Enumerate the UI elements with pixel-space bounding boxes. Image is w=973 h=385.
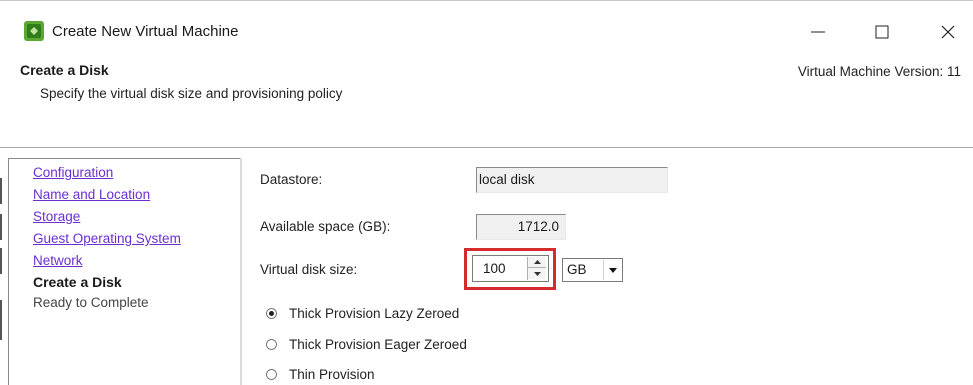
- window-title: Create New Virtual Machine: [52, 23, 239, 40]
- disk-size-stepper[interactable]: 100: [472, 255, 549, 282]
- thin-provision-radio-row[interactable]: Thin Provision: [266, 367, 375, 382]
- disk-unit-dropdown[interactable]: GB: [562, 258, 623, 282]
- vm-version-label: Virtual Machine Version: 11: [797, 64, 961, 79]
- decrement-button[interactable]: [528, 268, 546, 279]
- minimize-button[interactable]: [795, 15, 841, 49]
- thick-eager-label[interactable]: Thick Provision Eager Zeroed: [289, 337, 467, 352]
- increment-button[interactable]: [528, 257, 546, 268]
- thin-provision-radio[interactable]: [266, 369, 277, 380]
- nav-name-location-link[interactable]: Name and Location: [33, 187, 150, 203]
- vsphere-app-icon: [24, 21, 44, 41]
- triangle-up-icon: [533, 260, 541, 264]
- left-edge-mark: [0, 300, 2, 340]
- page-subtitle: Specify the virtual disk size and provis…: [40, 86, 343, 101]
- thick-eager-radio[interactable]: [266, 339, 277, 350]
- available-space-field: 1712.0: [476, 214, 566, 240]
- disk-size-label: Virtual disk size:: [260, 262, 358, 277]
- chevron-down-icon: [608, 267, 617, 273]
- nav-edge: [240, 158, 242, 385]
- thick-eager-radio-row[interactable]: Thick Provision Eager Zeroed: [266, 337, 467, 352]
- thin-provision-label[interactable]: Thin Provision: [289, 367, 375, 382]
- left-edge-mark: [0, 214, 2, 240]
- header-divider-highlight: [0, 148, 973, 149]
- left-edge-mark: [0, 178, 2, 204]
- dropdown-arrow[interactable]: [603, 260, 621, 280]
- thick-lazy-radio[interactable]: [266, 308, 277, 319]
- nav-ready-to-complete: Ready to Complete: [33, 295, 149, 310]
- nav-create-disk-current: Create a Disk: [33, 274, 122, 290]
- stepper-buttons: [527, 257, 546, 280]
- nav-storage-link[interactable]: Storage: [33, 209, 80, 225]
- disk-size-value[interactable]: 100: [483, 261, 506, 276]
- page-title: Create a Disk: [20, 62, 109, 78]
- title-bar: Create New Virtual Machine: [0, 0, 973, 52]
- disk-unit-value: GB: [567, 262, 587, 277]
- nav-network-link[interactable]: Network: [33, 253, 83, 269]
- maximize-icon: [875, 25, 889, 39]
- minimize-icon: [811, 31, 825, 33]
- close-button[interactable]: [925, 15, 971, 49]
- thick-lazy-radio-row[interactable]: Thick Provision Lazy Zeroed: [266, 306, 459, 321]
- available-space-label: Available space (GB):: [260, 219, 391, 234]
- nav-configuration-link[interactable]: Configuration: [33, 165, 113, 181]
- datastore-label: Datastore:: [260, 172, 323, 187]
- thick-lazy-label[interactable]: Thick Provision Lazy Zeroed: [289, 306, 459, 321]
- triangle-down-icon: [533, 271, 541, 276]
- datastore-field: local disk: [476, 167, 668, 193]
- nav-guest-os-link[interactable]: Guest Operating System: [33, 231, 181, 247]
- close-icon: [941, 25, 955, 39]
- left-edge-mark: [0, 248, 2, 274]
- maximize-button[interactable]: [859, 15, 905, 49]
